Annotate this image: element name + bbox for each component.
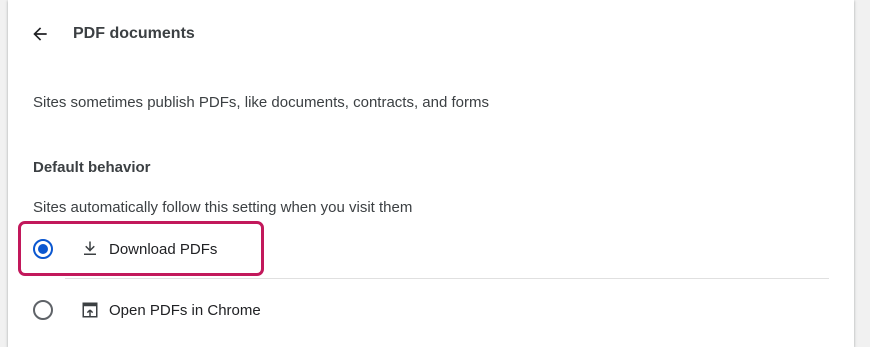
back-button[interactable] [26, 20, 54, 48]
option-divider [65, 278, 829, 279]
option-open-pdfs-in-chrome[interactable]: Open PDFs in Chrome [28, 285, 828, 335]
radio-open-pdfs-in-chrome[interactable] [33, 300, 53, 320]
default-behavior-subtext: Sites automatically follow this setting … [33, 199, 413, 216]
download-icon [80, 239, 100, 259]
page-header: PDF documents [8, 0, 854, 70]
option-label-download: Download PDFs [109, 240, 218, 258]
page-description: Sites sometimes publish PDFs, like docum… [33, 94, 490, 111]
radio-download-pdfs[interactable] [33, 239, 53, 259]
open-in-browser-icon [80, 300, 100, 320]
option-download-pdfs[interactable]: Download PDFs [28, 224, 828, 274]
arrow-back-icon [33, 27, 47, 41]
page-title: PDF documents [73, 25, 195, 42]
option-label-open-in-chrome: Open PDFs in Chrome [109, 301, 261, 319]
settings-card: PDF documents Sites sometimes publish PD… [8, 0, 854, 347]
default-behavior-heading: Default behavior [33, 159, 151, 176]
